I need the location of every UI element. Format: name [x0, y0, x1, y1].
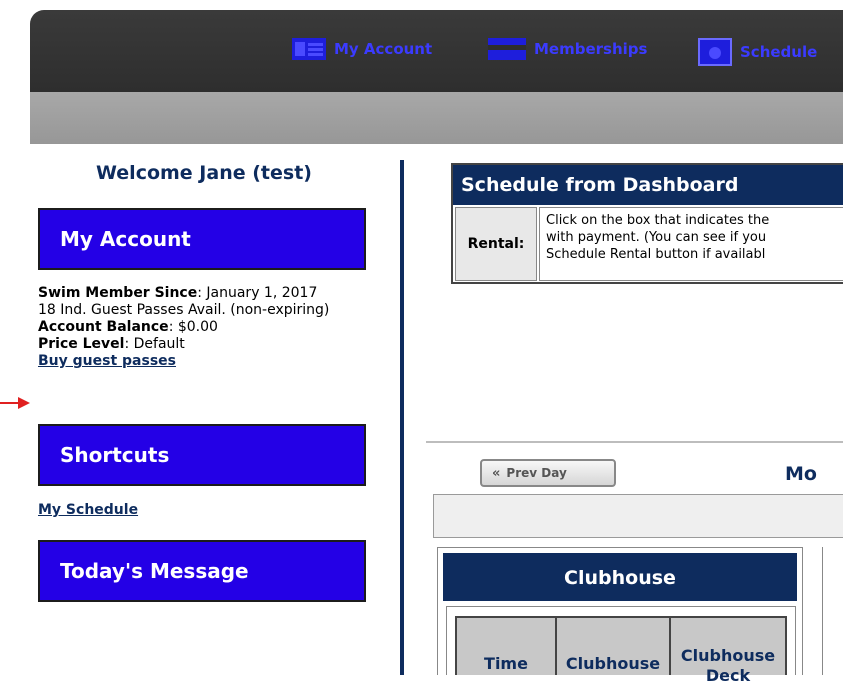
- welcome-heading: Welcome Jane (test): [96, 162, 312, 184]
- section-separator: [426, 441, 843, 443]
- nav-schedule[interactable]: Schedule: [698, 38, 817, 66]
- top-nav-bar: My Account Memberships Schedule: [30, 10, 843, 92]
- schedule-dashboard-box: Schedule from Dashboard Rental: Click on…: [451, 163, 843, 284]
- membership-card-icon: [488, 38, 526, 60]
- nav-memberships[interactable]: Memberships: [488, 38, 647, 60]
- next-section-frame: [822, 547, 843, 675]
- page-left-margin: [0, 0, 24, 675]
- balance-value: : $0.00: [168, 319, 218, 335]
- my-account-panel-header: My Account: [38, 208, 366, 270]
- clubhouse-header: Clubhouse: [443, 553, 797, 601]
- column-header-clubhouse: Clubhouse: [555, 616, 671, 675]
- rental-line: Click on the box that indicates the: [546, 213, 770, 228]
- day-title: Mo: [785, 463, 817, 485]
- buy-guest-passes-link[interactable]: Buy guest passes: [38, 353, 176, 369]
- nav-label: Schedule: [740, 43, 818, 61]
- account-details: Swim Member Since: January 1, 2017 18 In…: [38, 285, 388, 370]
- balance-row: Account Balance: $0.00: [38, 319, 388, 336]
- column-header-clubhouse-deck: Clubhouse Deck: [669, 616, 787, 685]
- member-since-row: Swim Member Since: January 1, 2017: [38, 285, 388, 302]
- member-since-value: : January 1, 2017: [197, 285, 318, 301]
- balance-label: Account Balance: [38, 319, 169, 335]
- sub-nav-bar: [30, 92, 843, 144]
- rental-line: with payment. (You can see if you: [546, 230, 767, 245]
- column-header-time: Time: [455, 616, 557, 675]
- rental-description: Click on the box that indicates the with…: [539, 207, 843, 281]
- double-chevron-left-icon: «: [492, 466, 501, 481]
- schedule-dashboard-title: Schedule from Dashboard: [453, 165, 843, 205]
- guest-passes-text: 18 Ind. Guest Passes Avail. (non-expirin…: [38, 302, 330, 318]
- my-schedule-link[interactable]: My Schedule: [38, 502, 138, 518]
- red-arrow-icon: [0, 397, 30, 409]
- calendar-icon: [698, 38, 732, 66]
- rental-line: Schedule Rental button if availabl: [546, 247, 766, 262]
- account-card-icon: [292, 38, 326, 60]
- rental-label: Rental:: [455, 207, 537, 281]
- todays-message-panel-header: Today's Message: [38, 540, 366, 602]
- vertical-divider: [400, 160, 404, 675]
- nav-label: My Account: [334, 40, 433, 58]
- price-level-label: Price Level: [38, 336, 125, 352]
- price-level-row: Price Level: Default: [38, 336, 388, 353]
- prev-day-label: Prev Day: [506, 466, 567, 480]
- shortcuts-panel-header: Shortcuts: [38, 424, 366, 486]
- price-level-value: : Default: [124, 336, 185, 352]
- prev-day-button[interactable]: « Prev Day: [480, 459, 616, 487]
- nav-my-account[interactable]: My Account: [292, 38, 432, 60]
- nav-label: Memberships: [534, 40, 648, 58]
- date-info-bar: [433, 494, 843, 538]
- member-since-label: Swim Member Since: [38, 285, 198, 301]
